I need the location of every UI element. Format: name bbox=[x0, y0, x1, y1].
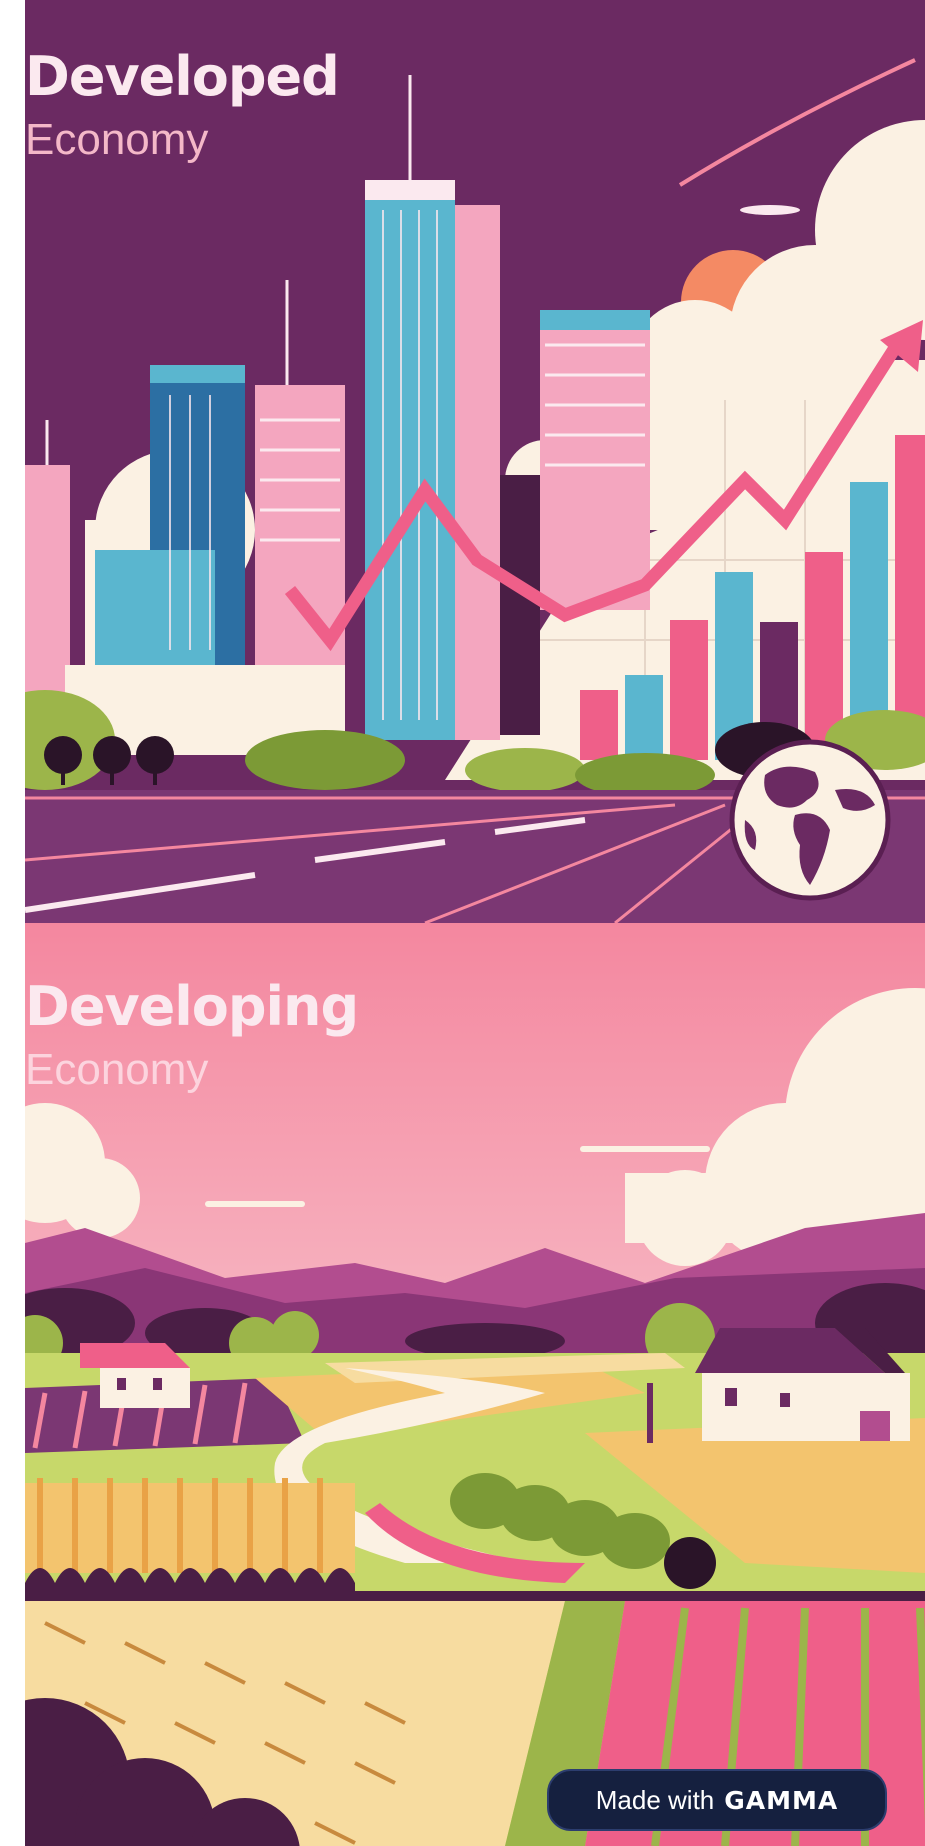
sky-streak bbox=[740, 205, 800, 215]
developing-economy-panel: Developing Economy Made with GAMMA bbox=[25, 923, 925, 1846]
panel-title: Developing bbox=[25, 975, 359, 1038]
developed-economy-panel: Developed Economy bbox=[25, 0, 925, 923]
corn-row bbox=[25, 1478, 355, 1595]
made-with-gamma-badge[interactable]: Made with GAMMA bbox=[547, 1769, 887, 1831]
panel-subtitle: Economy bbox=[25, 1045, 209, 1094]
panel-title: Developed bbox=[25, 45, 340, 108]
sky-streak bbox=[205, 1201, 305, 1207]
sky-streak bbox=[580, 1146, 710, 1152]
gamma-logo: GAMMA bbox=[724, 1785, 839, 1815]
shrub bbox=[664, 1537, 716, 1589]
globe-icon bbox=[729, 739, 891, 901]
field-divider bbox=[25, 1591, 925, 1601]
panel-subtitle: Economy bbox=[25, 115, 209, 164]
badge-prefix: Made with bbox=[595, 1784, 715, 1815]
